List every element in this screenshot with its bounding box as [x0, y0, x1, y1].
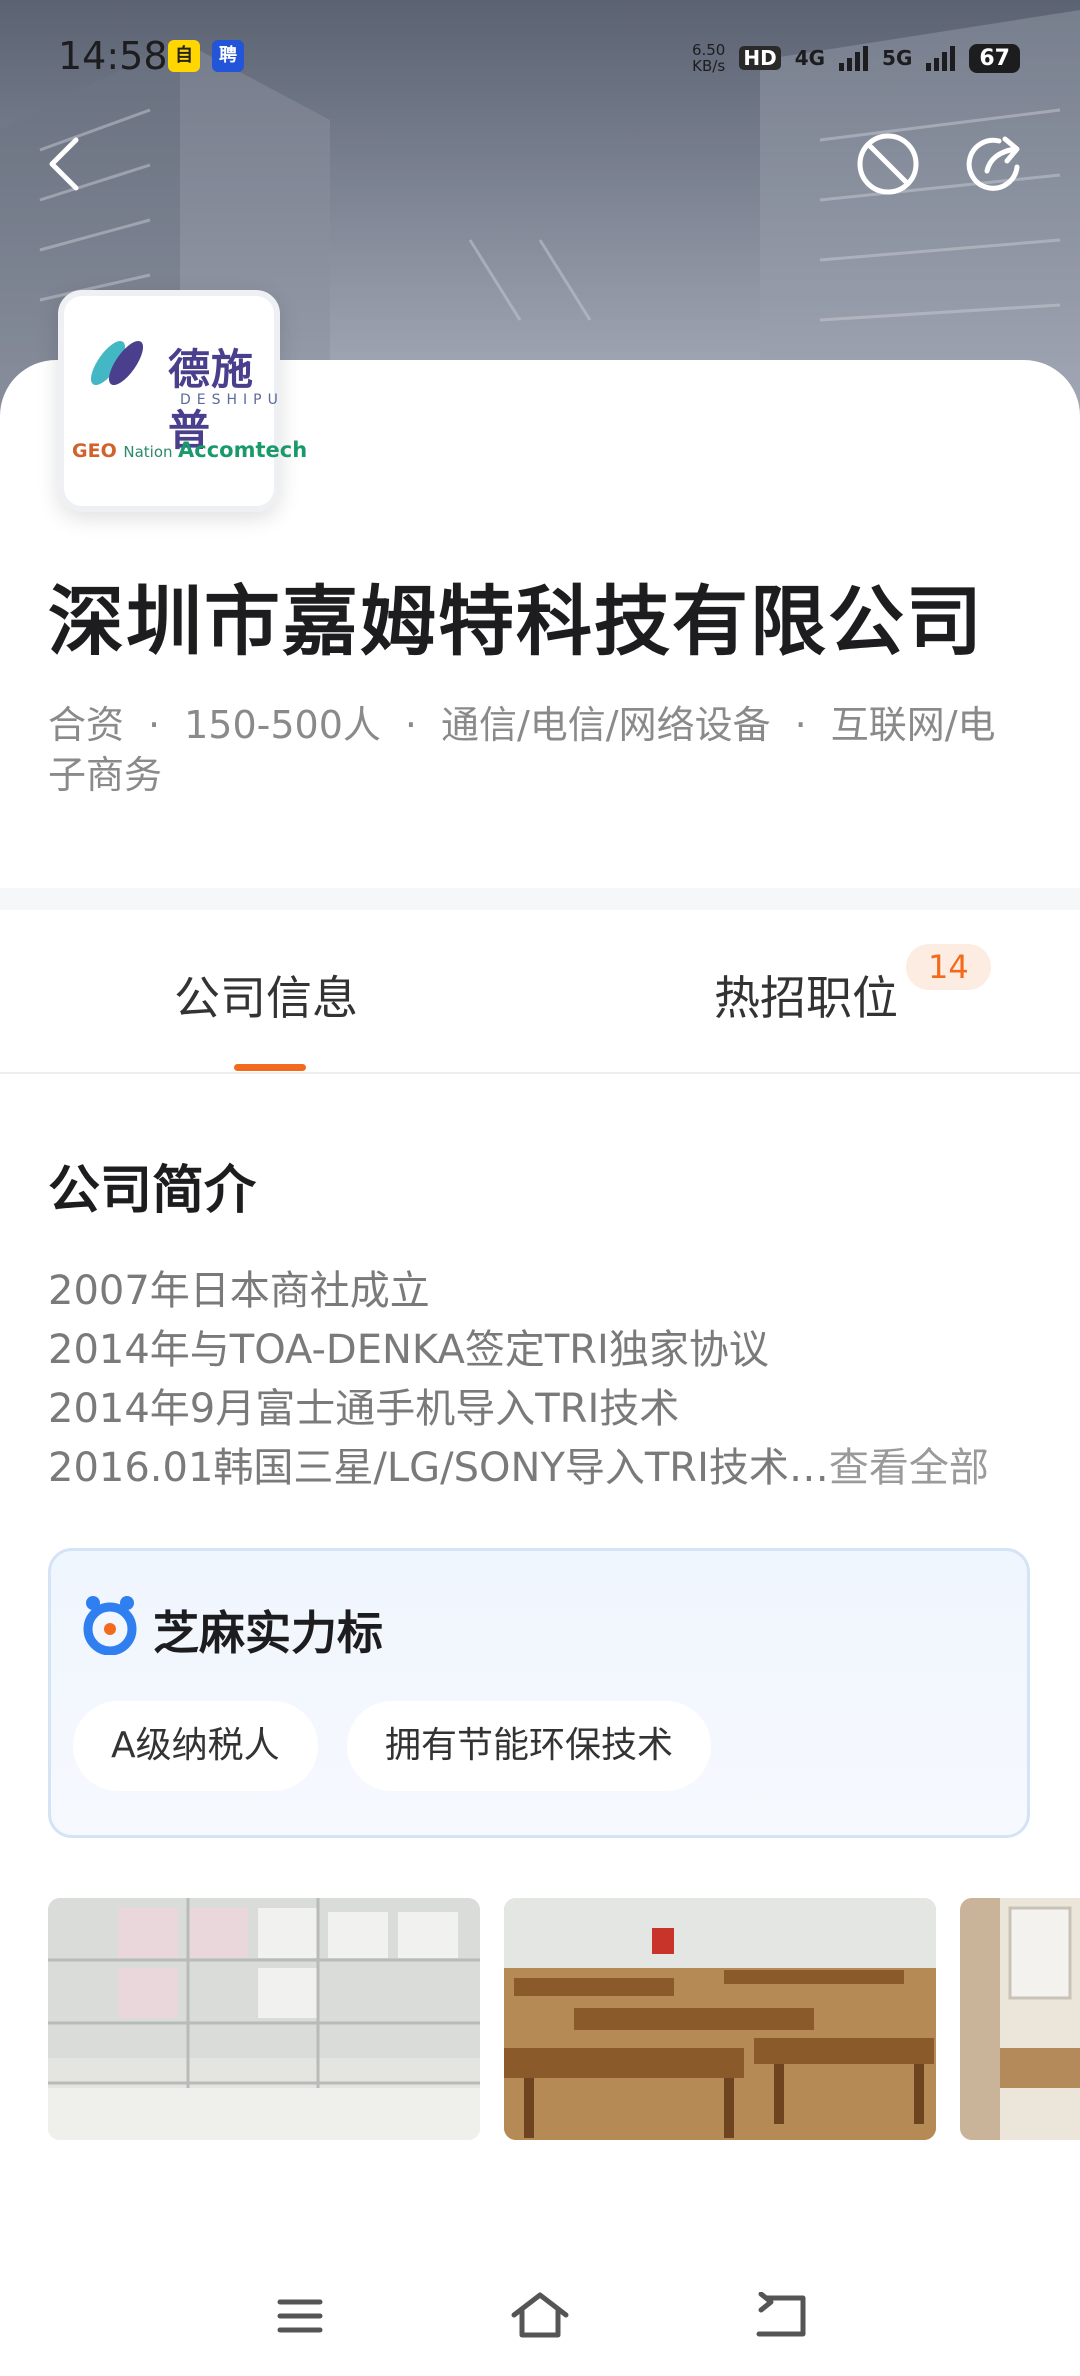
- block-icon: [857, 133, 919, 195]
- zhima-logo-icon: [83, 1596, 137, 1655]
- intro-line: 2014年9月富士通手机导入TRI技术: [48, 1386, 680, 1432]
- system-nav-bar: [0, 2260, 1080, 2376]
- intro-line: 2014年与TOA-DENKA签定TRI独家协议: [48, 1327, 769, 1373]
- share-button[interactable]: [960, 128, 1032, 200]
- zhima-strength-box: 芝麻实力标 A级纳税人 拥有节能环保技术: [48, 1548, 1030, 1838]
- photo-showcase-image: [48, 1898, 480, 2140]
- hd-icon: HD: [739, 46, 781, 70]
- company-tags: 合资 · 150-500人 · 通信/电信/网络设备 · 互联网/电子商务: [48, 703, 996, 797]
- tag-industry: 通信/电信/网络设备: [440, 703, 771, 747]
- company-logo: 德施普 DESHIPU GEO Nation Accomtech: [58, 290, 307, 512]
- logo-mark-icon: [90, 340, 144, 386]
- company-photo[interactable]: [960, 1898, 1080, 2140]
- home-button[interactable]: [508, 2284, 572, 2348]
- notification-badge: 聘: [212, 40, 244, 72]
- signal-icon: [926, 45, 956, 71]
- section-divider: [0, 888, 1080, 910]
- logo-subtext: DESHIPU: [180, 392, 284, 408]
- company-intro: 2007年日本商社成立 2014年与TOA-DENKA签定TRI独家协议 201…: [48, 1262, 1048, 1498]
- back-button[interactable]: [30, 128, 102, 200]
- tab-hot-jobs[interactable]: 热招职位: [714, 962, 898, 1028]
- battery-icon: 67: [969, 43, 1020, 73]
- view-all-link[interactable]: 查看全部: [829, 1445, 989, 1491]
- tab-company-info[interactable]: 公司信息: [174, 962, 358, 1028]
- back-arrow-icon: [49, 137, 79, 191]
- menu-button[interactable]: [268, 2284, 332, 2348]
- zhima-pill: 拥有节能环保技术: [347, 1701, 712, 1791]
- signal-icon: [839, 45, 869, 71]
- company-name: 深圳市嘉姆特科技有限公司: [48, 577, 984, 666]
- zhima-pill: A级纳税人: [73, 1701, 318, 1791]
- status-indicators: 6.50 KB/s HD 4G 5G 67: [692, 38, 1020, 78]
- network-4g-label: 4G: [794, 46, 826, 70]
- status-bar: 14:58 自 聘 6.50 KB/s HD 4G 5G 67: [0, 0, 1080, 116]
- photo-classroom-image: [504, 1898, 936, 2140]
- zhima-title: 芝麻实力标: [153, 1606, 383, 1660]
- tag-size: 150-500人: [184, 703, 381, 747]
- return-button[interactable]: [748, 2284, 812, 2348]
- photo-room-image: [960, 1898, 1080, 2140]
- tab-bar: 公司信息 热招职位 14: [0, 910, 1080, 1074]
- menu-icon: [277, 2299, 323, 2333]
- tab-active-indicator: [234, 1064, 306, 1071]
- section-title: 公司简介: [48, 1161, 257, 1221]
- status-time: 14:58: [58, 34, 168, 78]
- logo-geo: GEO Nation: [72, 440, 173, 462]
- home-icon: [511, 2292, 569, 2338]
- company-photo[interactable]: [48, 1898, 480, 2140]
- company-photo[interactable]: [504, 1898, 936, 2140]
- network-5g-label: 5G: [882, 46, 913, 70]
- logo-accomtech: Accomtech: [178, 438, 308, 462]
- jobs-count-badge: 14: [906, 944, 991, 990]
- return-icon: [756, 2292, 806, 2337]
- intro-line: 2016.01韩国三星/LG/SONY导入TRI技术…查看全部: [48, 1445, 989, 1491]
- block-button[interactable]: [852, 128, 924, 200]
- net-speed: 6.50 KB/s: [691, 41, 726, 75]
- intro-line: 2007年日本商社成立: [48, 1268, 430, 1314]
- notification-badge: 自: [168, 40, 200, 72]
- tag-ownership: 合资: [48, 703, 125, 747]
- share-icon: [966, 136, 1020, 191]
